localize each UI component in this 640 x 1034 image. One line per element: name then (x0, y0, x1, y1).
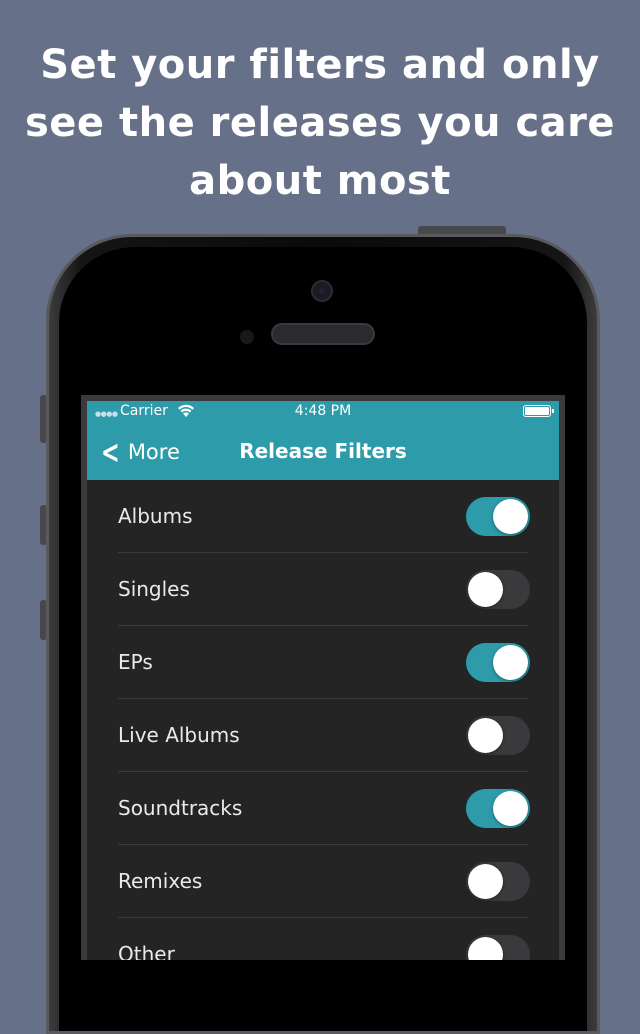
headline: Set your filters and only see the releas… (0, 36, 640, 210)
filter-toggle-switch[interactable] (466, 935, 530, 960)
back-button-label: More (127, 439, 180, 464)
filter-toggle-switch[interactable] (466, 862, 530, 901)
filter-row-eps: EPs (118, 626, 530, 699)
filter-toggle-switch[interactable] (466, 789, 530, 828)
filter-toggle-switch[interactable] (466, 643, 530, 682)
filter-row-remixes: Remixes (118, 845, 530, 918)
filter-label: Live Albums (118, 723, 240, 747)
headline-line-1: Set your filters and only (40, 42, 600, 88)
filter-toggle-switch[interactable] (466, 570, 530, 609)
toggle-knob (468, 718, 503, 753)
battery-icon (523, 405, 554, 417)
earpiece-speaker (271, 323, 375, 345)
back-button[interactable]: < More (97, 423, 180, 480)
filter-label: Other (118, 942, 175, 960)
toggle-knob (468, 937, 503, 960)
filter-row-albums: Albums (118, 480, 530, 553)
toggle-knob (493, 791, 528, 826)
filter-row-other: Other (118, 918, 530, 960)
filter-label: Remixes (118, 869, 203, 893)
phone-screen: ●●●● Carrier 4:48 PM Release Filters < M… (87, 401, 559, 960)
status-bar: ●●●● Carrier 4:48 PM (87, 401, 559, 423)
filter-toggle-switch[interactable] (466, 716, 530, 755)
filter-toggle-switch[interactable] (466, 497, 530, 536)
toggle-knob (468, 864, 503, 899)
filter-row-singles: Singles (118, 553, 530, 626)
chevron-left-icon: < (101, 432, 120, 471)
headline-line-2: see the releases you care (24, 100, 616, 146)
headline-line-3: about most (189, 158, 451, 204)
proximity-sensor (240, 330, 254, 344)
filter-label: EPs (118, 650, 153, 674)
filter-row-live-albums: Live Albums (118, 699, 530, 772)
filter-list: Albums Singles EPs Live Albums Soundtracks Re… (87, 480, 559, 960)
filter-label: Albums (118, 504, 193, 528)
toggle-knob (493, 645, 528, 680)
camera-icon (311, 280, 333, 302)
filter-label: Singles (118, 577, 190, 601)
toggle-knob (468, 572, 503, 607)
navigation-bar: Release Filters < More (87, 423, 559, 480)
filter-row-soundtracks: Soundtracks (118, 772, 530, 845)
status-time: 4:48 PM (294, 403, 352, 419)
toggle-knob (493, 499, 528, 534)
filter-label: Soundtracks (118, 796, 243, 820)
